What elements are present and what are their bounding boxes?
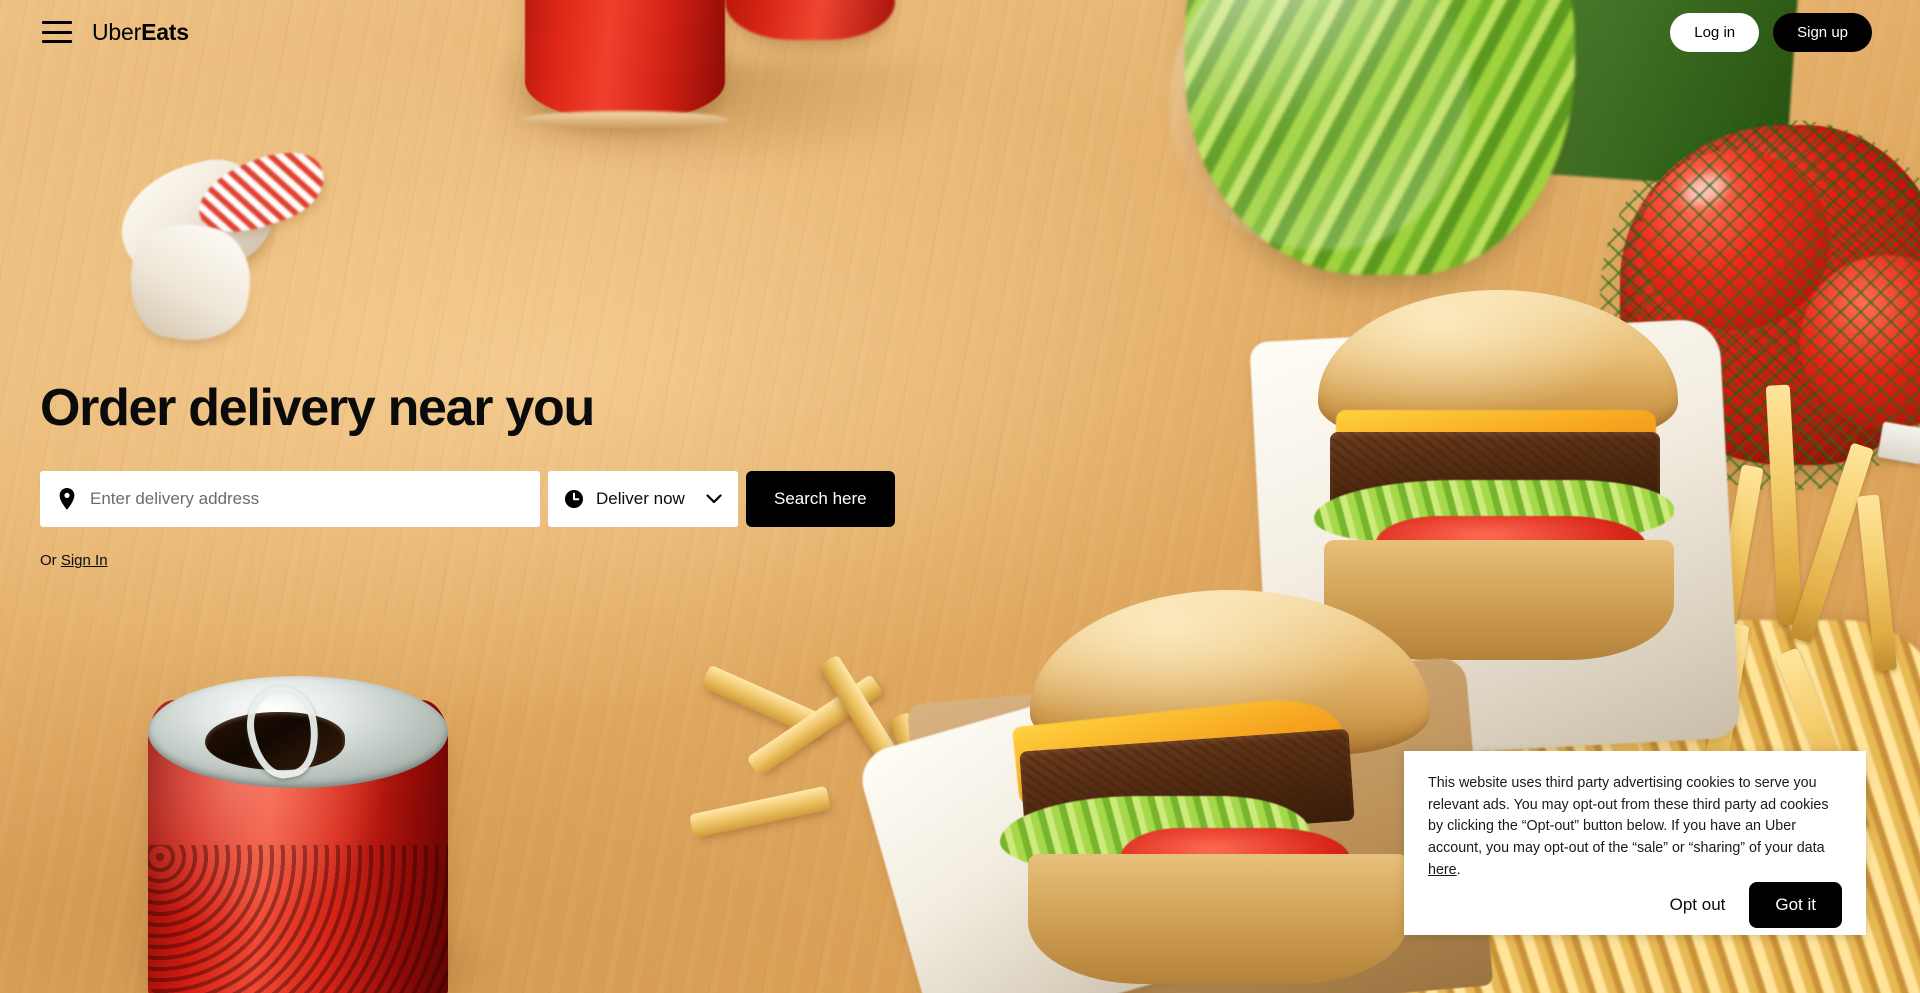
delivery-time-dropdown[interactable]: Deliver now [548,471,738,528]
page-title: Order delivery near you [40,379,595,437]
delivery-search-row: Deliver now Search here [40,471,895,528]
cookie-text-body: This website uses third party advertisin… [1428,775,1829,857]
top-navigation-bar: UberEats Log in Sign up [0,0,1920,64]
delivery-time-label: Deliver now [596,489,685,509]
hamburger-menu-icon[interactable] [42,21,72,43]
cookie-banner-text: This website uses third party advertisin… [1428,773,1842,882]
cookie-consent-banner: This website uses third party advertisin… [1404,751,1866,935]
delivery-address-field[interactable] [40,471,540,528]
login-button[interactable]: Log in [1670,12,1760,52]
logo-word-eats: Eats [141,18,189,45]
soda-can-texture [148,845,448,993]
cookie-here-link[interactable]: here [1428,862,1457,878]
got-it-button[interactable]: Got it [1749,881,1842,928]
logo-word-uber: Uber [92,18,142,45]
loose-fry-4 [689,785,831,839]
cookie-banner-actions: Opt out Got it [1428,881,1842,928]
top-bar-actions: Log in Sign up [1670,12,1892,52]
uber-eats-logo[interactable]: UberEats [92,19,189,46]
cookie-text-tail: . [1456,861,1461,878]
location-pin-icon [58,488,76,510]
signin-prompt: Or Sign In [40,552,895,569]
signup-button[interactable]: Sign up [1773,12,1872,52]
burger-front [854,590,1494,993]
hero-section: Order delivery near you Deliver now [40,379,895,569]
chevron-down-icon [706,494,722,504]
clock-icon [564,489,584,509]
sign-in-link[interactable]: Sign In [61,552,108,569]
search-here-button[interactable]: Search here [746,471,895,528]
opt-out-button[interactable]: Opt out [1652,883,1744,927]
search-input[interactable] [90,489,522,510]
signin-prefix-text: Or [40,552,61,570]
